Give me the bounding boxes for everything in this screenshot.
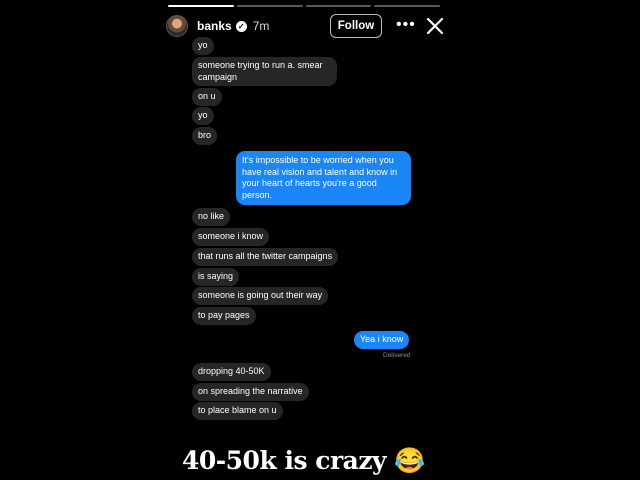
incoming-message: yo bbox=[192, 37, 214, 55]
incoming-message: is saying bbox=[192, 268, 240, 286]
incoming-message: yo bbox=[192, 107, 214, 125]
follow-button[interactable]: Follow bbox=[330, 14, 382, 38]
avatar[interactable] bbox=[166, 15, 188, 37]
incoming-message: dropping 40-50K bbox=[192, 363, 271, 381]
outgoing-message: It's impossible to be worried when you h… bbox=[236, 151, 411, 205]
incoming-message: on u bbox=[192, 88, 222, 106]
incoming-message: someone i know bbox=[192, 228, 270, 246]
username[interactable]: banks bbox=[197, 19, 232, 33]
delivered-status: Delivered bbox=[383, 352, 411, 359]
post-time: 7m bbox=[252, 19, 270, 33]
incoming-message: bro bbox=[192, 127, 218, 145]
progress-segment bbox=[305, 5, 372, 7]
incoming-message: someone is going out their way bbox=[192, 287, 329, 305]
incoming-message: no like bbox=[192, 208, 231, 226]
incoming-message: to pay pages bbox=[192, 307, 256, 325]
story-progress-bar bbox=[168, 5, 440, 7]
verified-badge-icon: ✓ bbox=[235, 20, 247, 32]
progress-segment bbox=[374, 5, 440, 7]
more-options-icon[interactable]: ••• bbox=[396, 16, 416, 34]
progress-segment bbox=[168, 5, 234, 7]
incoming-message: to place blame on u bbox=[192, 402, 283, 420]
outgoing-message: Yea i know bbox=[354, 331, 410, 349]
progress-segment bbox=[236, 5, 303, 7]
incoming-message: on spreading the narrative bbox=[192, 383, 309, 401]
story-caption: 40-50k is crazy 😂 bbox=[182, 446, 425, 475]
story-header: banks ✓ 7m Follow ••• bbox=[166, 12, 444, 40]
incoming-message: that runs all the twitter campaigns bbox=[192, 248, 339, 266]
close-icon[interactable] bbox=[423, 12, 447, 40]
incoming-message: someone trying to run a. smear campaign bbox=[192, 57, 337, 86]
